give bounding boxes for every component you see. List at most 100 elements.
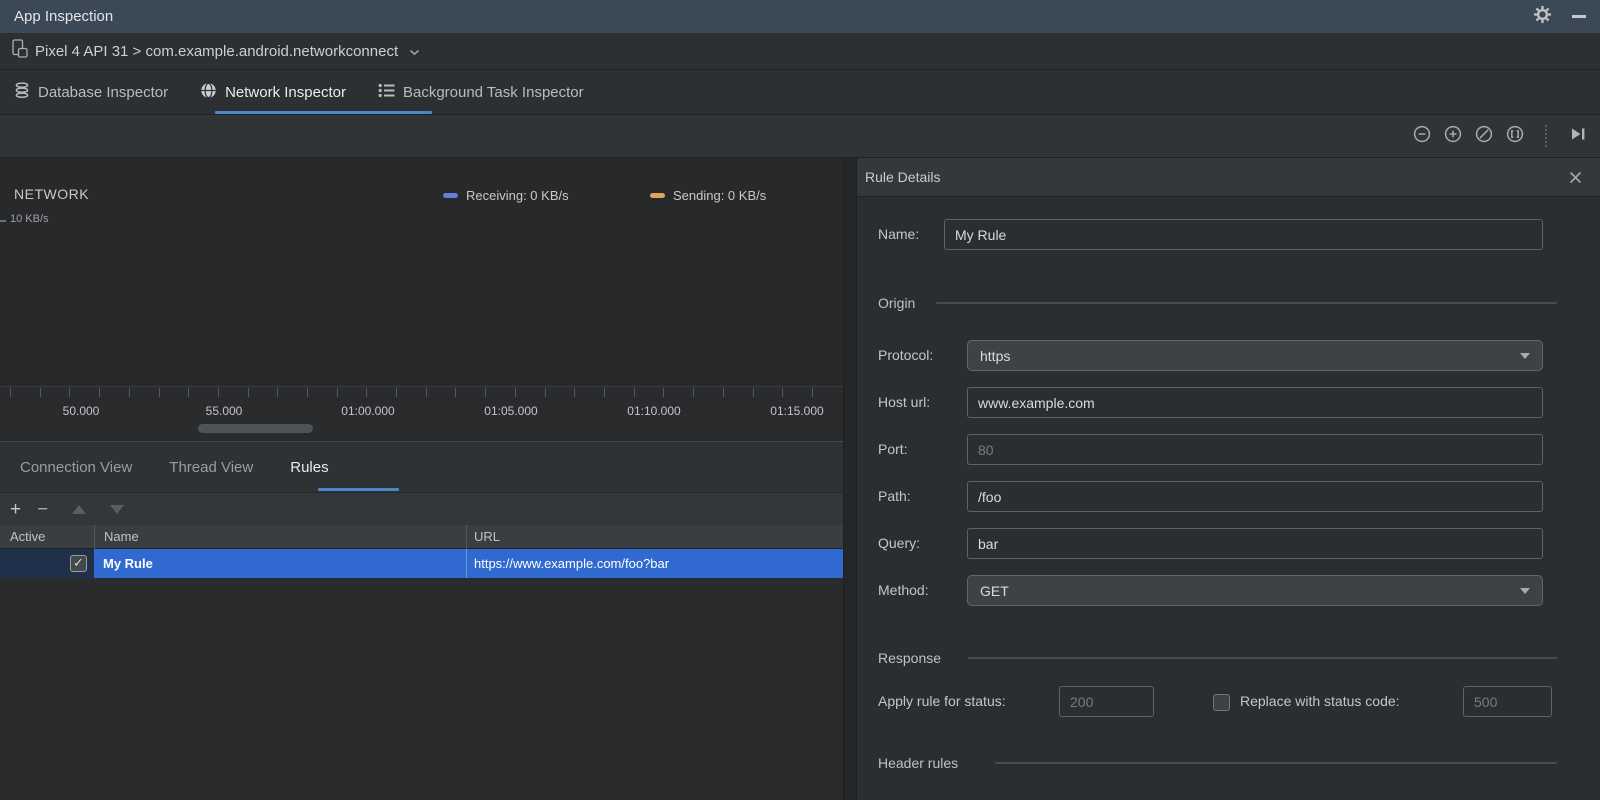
section-divider	[968, 657, 1557, 659]
replace-status-field[interactable]	[1463, 686, 1552, 717]
active-tab-underline	[215, 111, 432, 114]
device-phone-icon	[12, 39, 28, 63]
protocol-label: Protocol:	[878, 347, 934, 363]
tab-rules[interactable]: Rules	[290, 459, 328, 476]
inspector-tabstrip: Database Inspector Network Inspector Bac…	[0, 70, 1600, 115]
add-rule-button[interactable]: +	[10, 500, 21, 519]
legend-sending: Sending: 0 KB/s	[650, 188, 766, 203]
replace-status-label: Replace with status code:	[1240, 693, 1400, 709]
apply-status-field[interactable]	[1059, 686, 1154, 717]
column-separator	[466, 549, 467, 578]
tab-background-task-inspector[interactable]: Background Task Inspector	[378, 70, 584, 114]
remove-rule-button[interactable]: −	[37, 500, 48, 519]
network-timeline-chart[interactable]: NETWORK Receiving: 0 KB/s Sending: 0 KB/…	[0, 158, 843, 386]
name-field[interactable]	[944, 219, 1543, 250]
go-live-skip-icon[interactable]	[1568, 125, 1588, 148]
rule-details-title: Rule Details	[865, 169, 941, 185]
view-tabstrip: Connection View Thread View Rules	[0, 441, 843, 492]
port-field[interactable]	[967, 434, 1543, 465]
legend-receiving-label: Receiving: 0 KB/s	[466, 188, 569, 203]
port-label: Port:	[878, 441, 908, 457]
rule-url-cell: https://www.example.com/foo?bar	[474, 556, 670, 571]
column-header-active[interactable]: Active	[10, 525, 45, 549]
receiving-swatch-icon	[443, 193, 458, 198]
timeline-scrollbar-thumb[interactable]	[198, 424, 313, 433]
column-header-name[interactable]: Name	[104, 525, 139, 549]
active-subtab-underline	[318, 488, 399, 491]
rules-table-header: Active Name URL	[0, 525, 843, 549]
origin-section-label: Origin	[878, 295, 916, 311]
timeline-label: 01:00.000	[341, 404, 395, 418]
tab-label: Background Task Inspector	[402, 83, 584, 101]
tab-thread-view[interactable]: Thread View	[169, 459, 253, 476]
timeline-label: 01:10.000	[627, 404, 681, 418]
query-field[interactable]	[967, 528, 1543, 559]
rule-details-panel: Rule Details Name: Origin Protocol: http…	[857, 158, 1600, 800]
method-label: Method:	[878, 582, 929, 598]
toolbar-separator	[1545, 125, 1547, 147]
move-rule-up-button[interactable]	[72, 504, 87, 514]
rule-name-cell: My Rule	[103, 556, 153, 571]
titlebar: App Inspection	[0, 0, 1600, 33]
rule-row-selection[interactable]: My Rule https://www.example.com/foo?bar	[94, 549, 843, 578]
check-icon: ✓	[73, 555, 84, 570]
minimize-icon[interactable]	[1572, 15, 1586, 18]
tab-label: Network Inspector	[225, 83, 346, 101]
replace-status-checkbox[interactable]	[1213, 694, 1230, 711]
protocol-dropdown[interactable]: https	[967, 340, 1543, 371]
name-label: Name:	[878, 226, 920, 242]
method-dropdown[interactable]: GET	[967, 575, 1543, 606]
window-title: App Inspection	[14, 8, 114, 25]
zoom-to-selection-icon[interactable]	[1506, 125, 1524, 148]
timeline-label: 01:15.000	[770, 404, 824, 418]
method-value: GET	[980, 582, 1009, 599]
protocol-value: https	[980, 347, 1011, 364]
close-icon[interactable]	[1569, 171, 1582, 189]
chevron-down-icon	[410, 49, 420, 56]
rule-details-header: Rule Details	[857, 158, 1600, 197]
timeline-label: 01:05.000	[484, 404, 538, 418]
apply-rule-status-label: Apply rule for status:	[878, 693, 1006, 709]
y-axis-tick	[0, 220, 6, 222]
tab-connection-view[interactable]: Connection View	[20, 459, 132, 476]
settings-gear-icon[interactable]	[1533, 5, 1552, 29]
y-axis-max-label: 10 KB/s	[10, 213, 49, 225]
legend-receiving: Receiving: 0 KB/s	[443, 188, 569, 203]
timeline-ruler[interactable]: 50.000 55.000 01:00.000 01:05.000 01:10.…	[0, 386, 843, 441]
move-rule-down-button[interactable]	[110, 504, 125, 514]
zoom-in-icon[interactable]	[1444, 125, 1462, 148]
section-divider	[936, 302, 1557, 304]
column-separator	[466, 525, 467, 549]
rules-toolbar: + −	[0, 492, 843, 525]
dropdown-caret-icon	[1520, 587, 1530, 594]
tab-label: Database Inspector	[38, 83, 169, 101]
path-label: Path:	[878, 488, 911, 504]
device-process-selector[interactable]: Pixel 4 API 31 > com.example.android.net…	[35, 43, 398, 60]
path-field[interactable]	[967, 481, 1543, 512]
network-toolbar	[0, 115, 1600, 158]
header-rules-section-label: Header rules	[878, 755, 959, 771]
host-url-label: Host url:	[878, 394, 931, 410]
app-inspection-window: App Inspection Pixel 4 API 31 > com.exam…	[0, 0, 1600, 800]
legend-sending-label: Sending: 0 KB/s	[673, 188, 767, 203]
database-icon	[14, 81, 30, 103]
rule-active-checkbox[interactable]: ✓	[70, 555, 87, 572]
sending-swatch-icon	[650, 193, 665, 198]
rule-active-cell: ✓	[0, 549, 94, 578]
zoom-out-icon[interactable]	[1413, 125, 1431, 148]
tab-network-inspector[interactable]: Network Inspector	[200, 70, 346, 114]
table-row[interactable]: ✓ My Rule https://www.example.com/foo?ba…	[0, 549, 843, 578]
timeline-label: 55.000	[205, 404, 243, 418]
device-bar[interactable]: Pixel 4 API 31 > com.example.android.net…	[0, 33, 1600, 70]
column-separator	[94, 525, 95, 549]
chart-title: NETWORK	[14, 186, 90, 202]
response-section-label: Response	[878, 650, 942, 666]
section-divider	[995, 762, 1557, 764]
host-url-field[interactable]	[967, 387, 1543, 418]
column-header-url[interactable]: URL	[474, 525, 500, 549]
query-label: Query:	[878, 535, 921, 551]
reset-zoom-icon[interactable]	[1475, 125, 1493, 148]
panel-divider[interactable]	[843, 158, 857, 800]
globe-icon	[200, 82, 217, 103]
tab-database-inspector[interactable]: Database Inspector	[14, 70, 168, 114]
